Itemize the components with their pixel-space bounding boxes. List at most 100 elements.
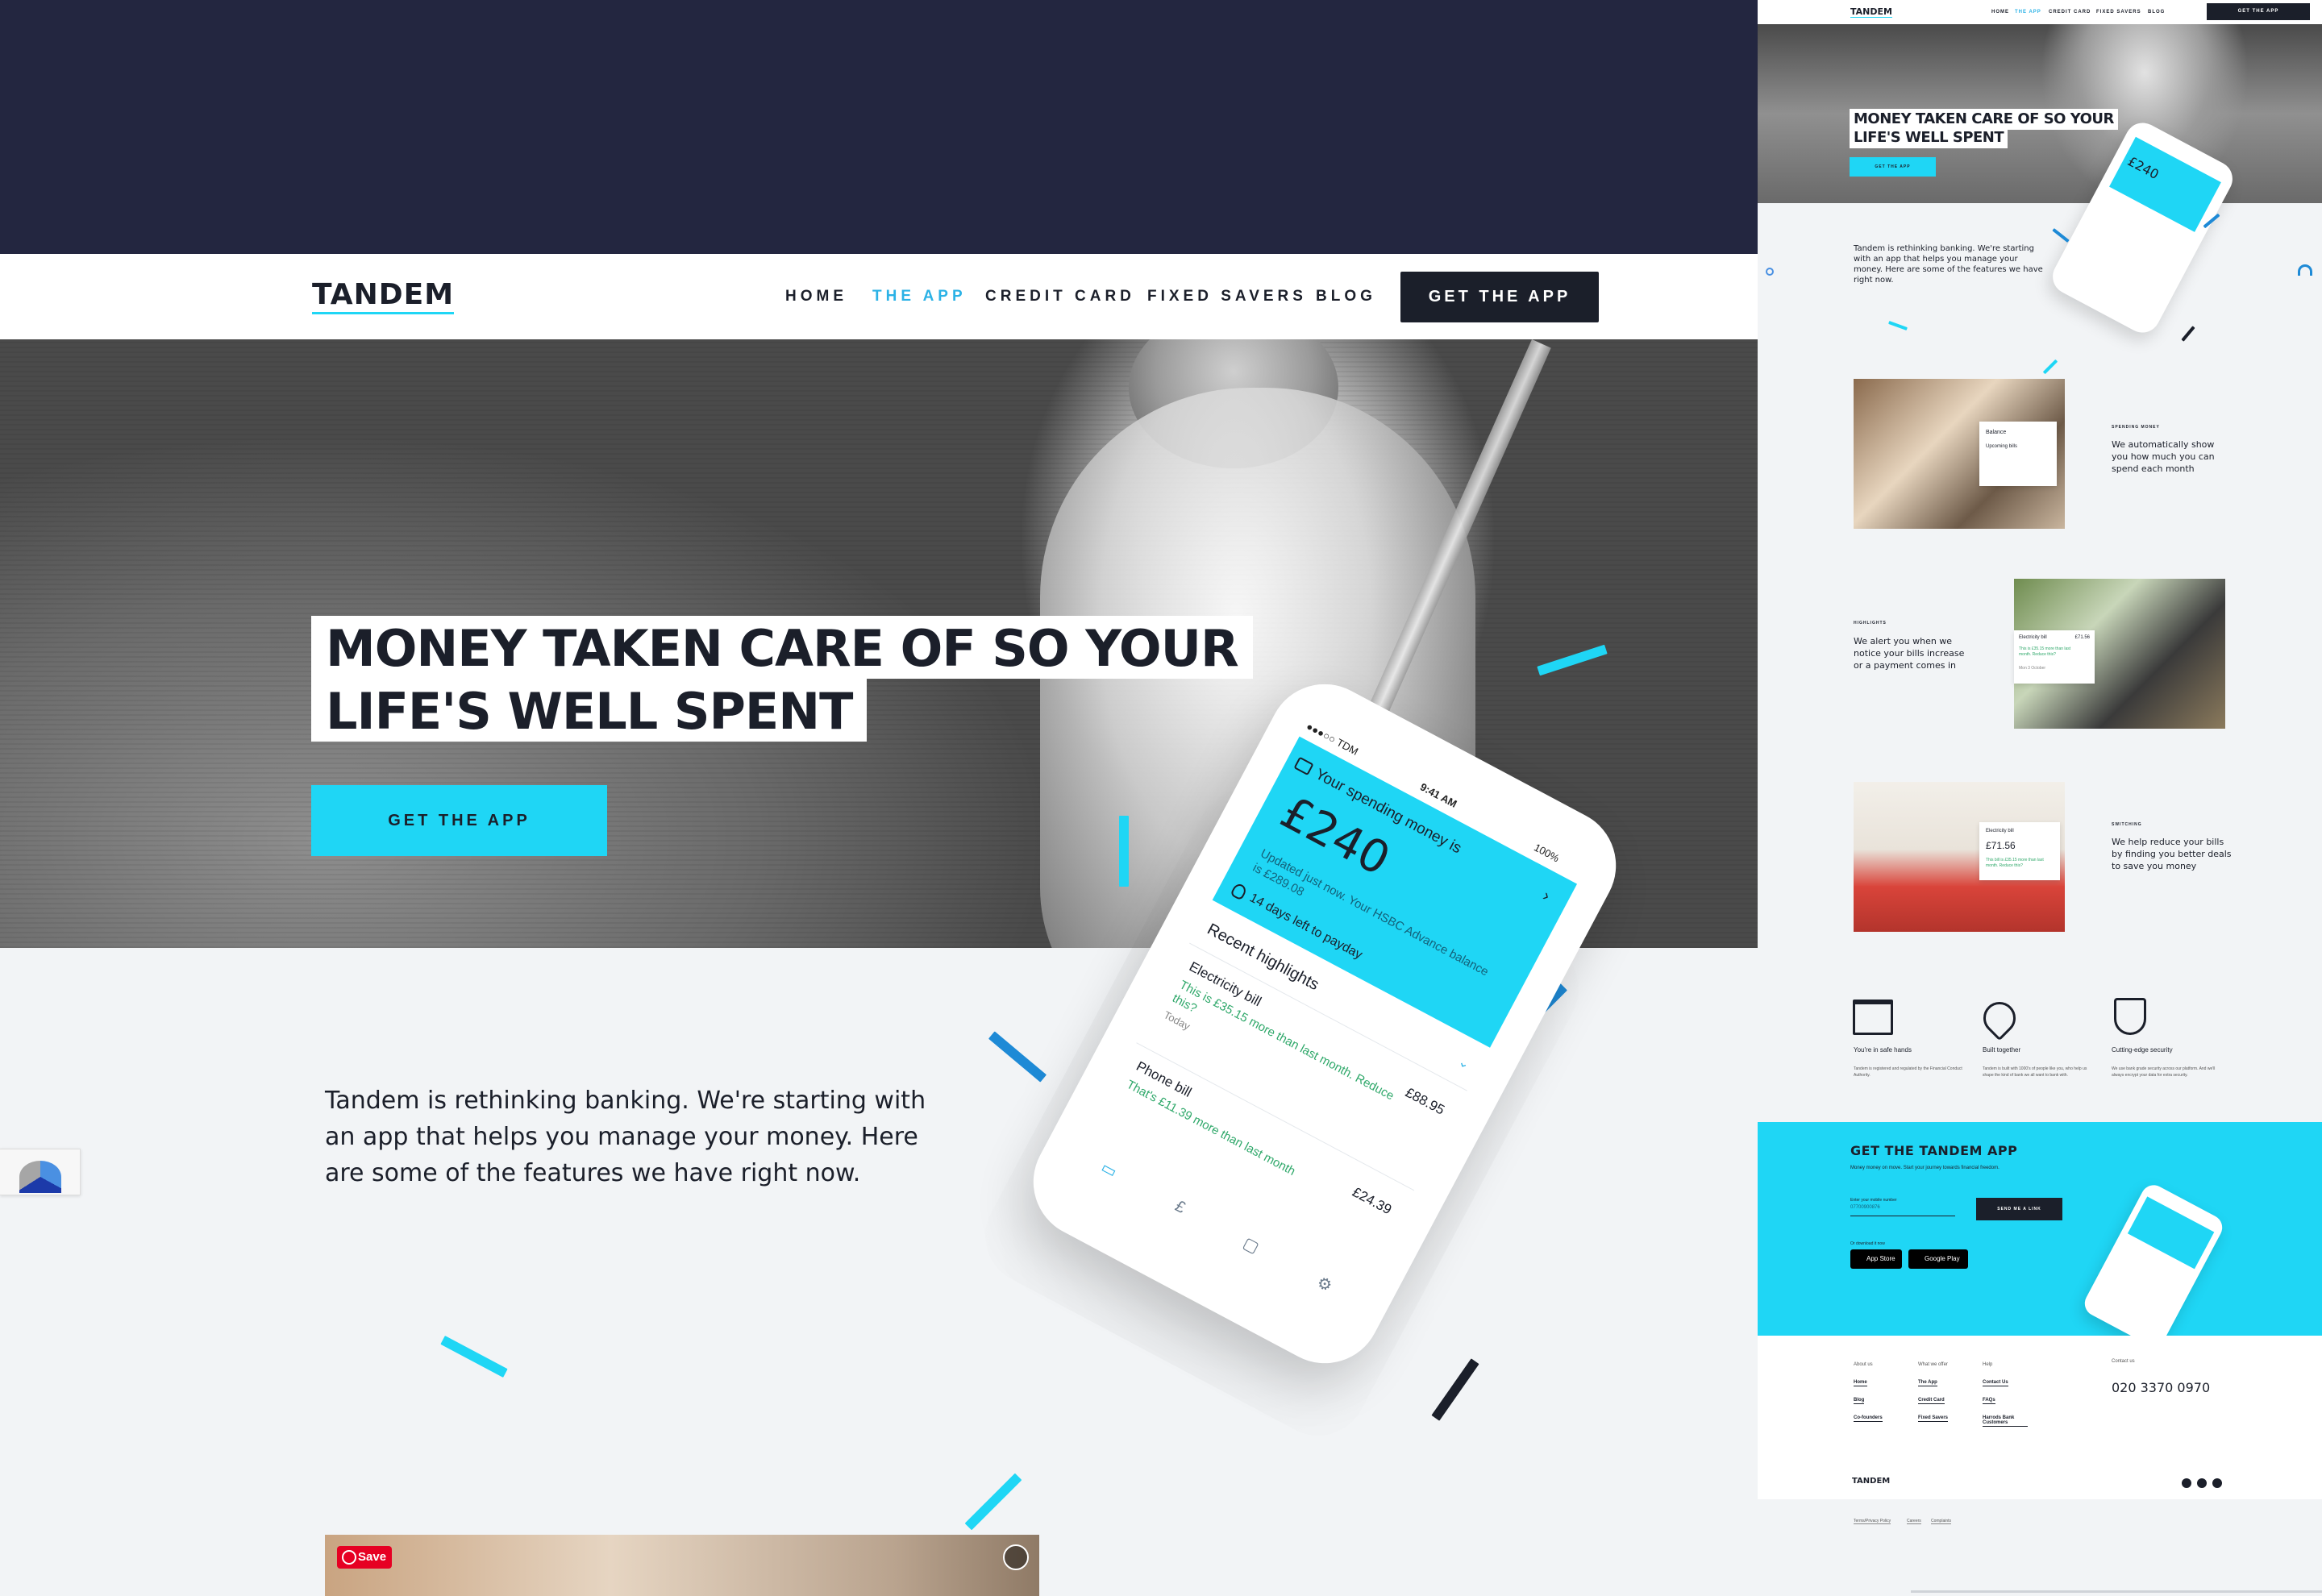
linkedin-icon: [2212, 1478, 2222, 1488]
thumb-footer-link: Blog: [1854, 1398, 1865, 1404]
thumb-trust-title-1: You're in safe hands: [1854, 1046, 1912, 1054]
intro-text: Tandem is rethinking banking. We're star…: [325, 1087, 926, 1187]
chat-widget-icon: [2298, 264, 2312, 276]
thumb-footer: [1758, 1336, 2322, 1499]
thumb-nav-credit-card: CREDIT CARD: [2049, 10, 2091, 15]
thumb-feature-text-3: We help reduce your bills by finding you…: [2112, 837, 2232, 871]
thumb-footer-col1-title: About us: [1854, 1362, 1873, 1367]
nav-get-app-button[interactable]: GET THE APP: [1400, 272, 1599, 322]
thumb-footer-logo: TANDEM: [1852, 1477, 1891, 1486]
thumb-legal-link: Careers: [1907, 1519, 1921, 1524]
thumb-hero-cta: GET THE APP: [1850, 157, 1936, 177]
thumb-feature-card-3: Electricity bill £71.56 This bill is £35…: [1979, 822, 2060, 880]
thumb-card-amount: £71.56: [2074, 635, 2090, 640]
thumb-logo: TANDEM: [1850, 6, 1892, 18]
feature-photo: [325, 1535, 1039, 1596]
thumb-trust-title-3: Cutting-edge security: [2112, 1046, 2173, 1054]
thumb-trust-text-2: Tandem is built with 1000's of people li…: [1983, 1066, 2087, 1078]
wallet-icon[interactable]: ▭: [1098, 1157, 1121, 1182]
thumb-card-title: Balance: [1986, 430, 2007, 435]
thumb-send-link-button: SEND ME A LINK: [1976, 1198, 2062, 1220]
thumb-card-date: Mon 3 October: [2019, 666, 2046, 671]
thumb-feature-label-2: HIGHLIGHTS: [1854, 621, 1887, 626]
thumb-bottom-rule: [1911, 1590, 2322, 1593]
thumb-download-label: Or download it now: [1850, 1241, 1885, 1246]
pinterest-icon: [342, 1550, 356, 1565]
thumb-trust-title-2: Built together: [1983, 1046, 2021, 1054]
nav-home[interactable]: HOME: [785, 287, 847, 306]
thumb-nav-cta: GET THE APP: [2207, 3, 2310, 20]
thumb-intro: Tandem is rethinking banking. We're star…: [1854, 244, 2043, 285]
bank-icon: [1853, 1000, 1893, 1035]
wallet-icon: [1293, 756, 1314, 776]
thumb-feature-card-1: Balance Upcoming bills: [1979, 422, 2057, 486]
thumb-footer-col2-title: What we offer: [1918, 1362, 1948, 1367]
thumb-google-play-badge: Google Play: [1908, 1249, 1968, 1269]
thumb-feature-label-3: SWITCHING: [2112, 822, 2142, 827]
page: TANDEM HOME THE APP CREDIT CARD FIXED SA…: [0, 0, 2322, 1596]
thumb-card-amount: £71.56: [1986, 840, 2016, 851]
thumb-footer-link: Credit Card: [1918, 1398, 1945, 1404]
thumb-footer-link: Co-founders: [1854, 1415, 1883, 1422]
thumb-nav-blog: BLOG: [2148, 10, 2166, 15]
top-band: [0, 0, 1758, 254]
facebook-icon: [2197, 1478, 2207, 1488]
chevron-right-icon: ›: [1539, 887, 1554, 905]
thumb-nav-the-app: THE APP: [2015, 10, 2041, 15]
confetti: [1431, 1358, 1479, 1421]
hero-get-app-button[interactable]: GET THE APP: [311, 785, 607, 856]
thumb-trust-text-3: We use bank grade security across our pl…: [2112, 1066, 2216, 1078]
thumb-contact-phone: 020 3370 0970: [2112, 1380, 2211, 1395]
confetti: [1119, 816, 1129, 887]
nav-blog[interactable]: BLOG: [1316, 287, 1376, 306]
shield-icon: [2114, 998, 2146, 1035]
thumb-footer-link: The App: [1918, 1380, 1937, 1386]
thumb-cta-subtitle: Money money on move. Start your journey …: [1850, 1166, 2000, 1170]
thumb-card-note: This is £35.15 more than last month. Red…: [2019, 646, 2071, 657]
nav-fixed-savers[interactable]: FIXED SAVERS: [1147, 287, 1307, 306]
confetti: [964, 1473, 1022, 1531]
thumb-mobile-input: 07700900876: [1850, 1205, 1955, 1216]
confetti: [440, 1336, 508, 1378]
thumb-footer-link: FAQs: [1983, 1398, 1995, 1404]
thumb-hero-title-line-2: LIFE'S WELL SPENT: [1850, 127, 2008, 148]
settings-icon[interactable]: ⚙: [1313, 1272, 1336, 1296]
chevron-down-icon[interactable]: ⌄: [1455, 1054, 1472, 1073]
thumb-card-title: Electricity bill: [1986, 829, 2014, 833]
thumb-mobile-label: Enter your mobile number: [1850, 1198, 1897, 1203]
logo[interactable]: TANDEM: [312, 280, 455, 314]
thumb-footer-link: Home: [1854, 1380, 1867, 1386]
nav-the-app[interactable]: THE APP: [872, 287, 967, 306]
thumb-footer-col3-title: Help: [1983, 1362, 1993, 1367]
chat-icon[interactable]: ▢: [1240, 1232, 1263, 1257]
thumb-feature-text-2: We alert you when we notice your bills i…: [1854, 636, 1965, 671]
hero-title-line-1: MONEY TAKEN CARE OF SO YOUR: [311, 616, 1253, 679]
recaptcha-icon: [19, 1161, 61, 1193]
thumb-legal-link: Terms/Privacy Policy: [1854, 1519, 1891, 1524]
thumb-trust-text-1: Tandem is registered and regulated by th…: [1854, 1066, 1962, 1078]
thumb-contact-title: Contact us: [2112, 1359, 2135, 1364]
thumb-cta-title: GET THE TANDEM APP: [1850, 1143, 2018, 1158]
thumb-legal-link: Complaints: [1931, 1519, 1952, 1524]
thumb-feature-text-1: We automatically show you how much you c…: [2112, 439, 2215, 474]
twitter-icon: [2182, 1478, 2191, 1488]
thumb-app-store-badge: App Store: [1850, 1249, 1902, 1269]
nav-credit-card[interactable]: CREDIT CARD: [985, 287, 1135, 306]
thumb-card-note: This bill is £35.15 more than last month…: [1986, 858, 2044, 868]
recaptcha-mini-icon: [1766, 268, 1774, 276]
fullscreen-icon[interactable]: [1003, 1544, 1029, 1570]
money-bag-icon: [1230, 882, 1248, 901]
thumb-card-title: Electricity bill: [2019, 635, 2047, 640]
thumb-nav-home: HOME: [1991, 10, 2009, 15]
thumb-feature-label-1: SPENDING MONEY: [2112, 425, 2160, 430]
thumb-card-sub: Upcoming bills: [1986, 444, 2018, 449]
pound-icon[interactable]: £: [1172, 1197, 1188, 1218]
thumb-cta-band: [1758, 1122, 2322, 1336]
thumb-footer-link: Harrods Bank Customers: [1983, 1415, 2028, 1427]
thumb-legal-area: [1758, 1499, 2322, 1596]
thumb-footer-link: Contact Us: [1983, 1380, 2008, 1386]
thumb-feature-card-2: Electricity bill £71.56 This is £35.15 m…: [2014, 630, 2095, 684]
thumb-nav-fixed-savers: FIXED SAVERS: [2096, 10, 2141, 15]
hero-title-line-2: LIFE'S WELL SPENT: [311, 679, 868, 742]
thumb-footer-link: Fixed Savers: [1918, 1415, 1949, 1422]
